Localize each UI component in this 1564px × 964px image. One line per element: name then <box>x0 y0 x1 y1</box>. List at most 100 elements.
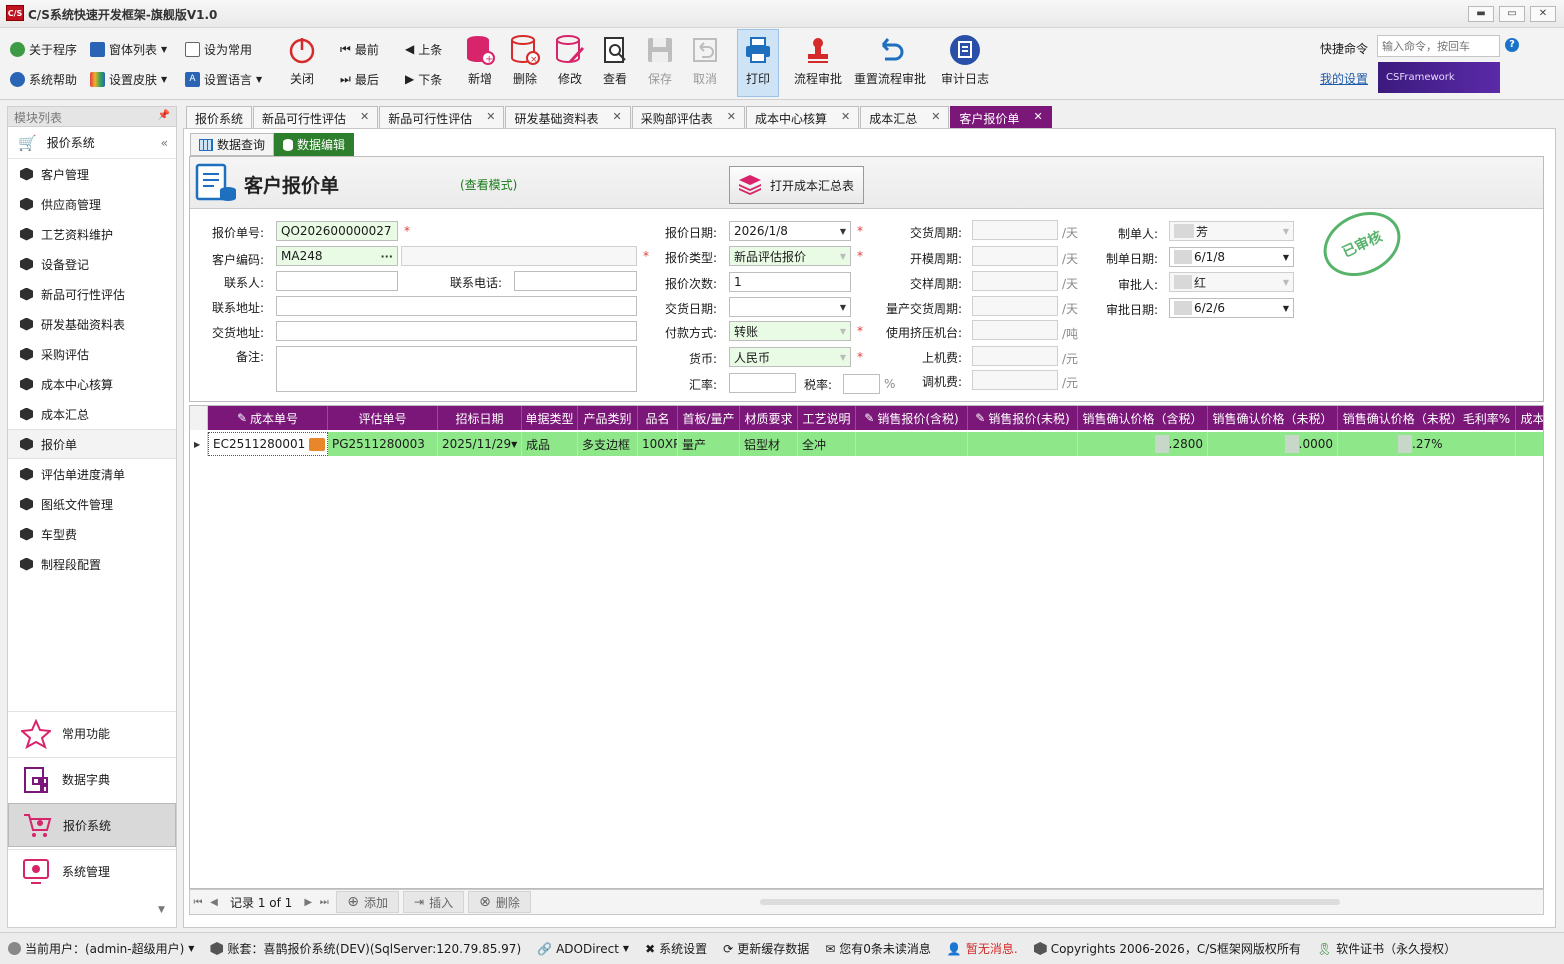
column-header[interactable]: 评估单号 <box>328 406 438 430</box>
delete-button[interactable]: × 删除 <box>502 30 548 90</box>
delivery-cycle-field[interactable] <box>972 220 1058 240</box>
language-button[interactable]: A 设置语言 ▼ <box>185 69 262 89</box>
doc-tab[interactable]: 成本汇总 ✕ <box>860 106 950 128</box>
doc-tab[interactable]: 成本中心核算 ✕ <box>745 106 860 128</box>
chevron-down-icon[interactable]: ▼ <box>840 353 846 362</box>
close-tab-icon[interactable]: ✕ <box>1033 110 1042 125</box>
add-row-button[interactable]: ⊕ 添加 <box>336 891 400 913</box>
add-button[interactable]: + 新增 <box>457 30 503 90</box>
column-header[interactable]: 首板/量产 <box>678 406 740 430</box>
sidebar-item[interactable]: 客户管理 <box>8 159 176 189</box>
quote-no-field[interactable]: QO202600000027 <box>276 221 398 241</box>
table-row[interactable]: ▶ EC2511280001 PG2511280003 2025/11/29 ▼ 成品 多支… <box>190 432 1543 456</box>
last-icon[interactable]: ⏭ <box>316 897 332 908</box>
row-indicator-icon[interactable]: ▶ <box>190 432 208 456</box>
sidebar-item[interactable]: 供应商管理 <box>8 189 176 219</box>
column-header[interactable]: ✎ 销售报价(未税) <box>968 406 1078 430</box>
sample-cycle-field[interactable] <box>972 271 1058 291</box>
table-cell[interactable]: EC2511280001 <box>208 432 328 456</box>
column-header[interactable]: 单据类型 <box>522 406 578 430</box>
table-cell[interactable]: 成品 <box>522 432 578 456</box>
customer-name-field[interactable] <box>401 246 637 266</box>
chevron-down-icon[interactable]: ▼ <box>840 303 846 312</box>
column-header[interactable]: ✎ 成本单号 <box>208 406 328 430</box>
chevron-down-icon[interactable]: ▼ <box>840 252 846 261</box>
sidebar-group-quote[interactable]: 🛒 报价系统 « <box>8 127 176 159</box>
chevron-down-icon[interactable]: ▼ <box>1283 227 1289 236</box>
create-date-field[interactable]: 6/1/8 ▼ <box>1169 247 1294 267</box>
doc-tab[interactable]: 报价系统 <box>186 106 253 128</box>
column-header[interactable]: 工艺说明 <box>798 406 856 430</box>
column-header[interactable]: 材质要求 <box>740 406 798 430</box>
doc-tab[interactable]: 研发基础资料表 ✕ <box>505 106 631 128</box>
quote-times-field[interactable]: 1 <box>729 272 851 292</box>
delivery-date-field[interactable]: ▼ <box>729 297 851 317</box>
sidebar-item[interactable]: 设备登记 <box>8 249 176 279</box>
quote-type-field[interactable]: 新品评估报价 ▼ <box>729 246 851 266</box>
phone-field[interactable] <box>514 271 637 291</box>
sidebar-item[interactable]: 报价单 <box>8 429 176 459</box>
table-cell[interactable]: 量产 <box>678 432 740 456</box>
nav-quote-system[interactable]: 报价系统 <box>8 803 176 847</box>
customer-code-field[interactable]: MA248 ··· <box>276 246 398 266</box>
close-button[interactable]: 关闭 <box>279 30 325 90</box>
mold-cycle-field[interactable] <box>972 246 1058 266</box>
first-icon[interactable]: ⏮ <box>190 897 206 908</box>
payment-field[interactable]: 转账 ▼ <box>729 321 851 341</box>
nav-dictionary[interactable]: 数据字典 <box>8 757 176 801</box>
pin-icon[interactable]: 📌 <box>158 110 170 121</box>
mass-cycle-field[interactable] <box>972 296 1058 316</box>
connection-item[interactable]: 🔗 ADODirect ▼ <box>529 942 637 956</box>
sidebar-item[interactable]: 采购评估 <box>8 339 176 369</box>
doc-tab[interactable]: 新品可行性评估 ✕ <box>253 106 379 128</box>
last-record-button[interactable]: ⏭ 最后 <box>340 69 379 89</box>
view-button[interactable]: 查看 <box>592 30 638 90</box>
save-button[interactable]: 保存 <box>637 30 683 90</box>
chevron-down-icon[interactable]: ▼ <box>158 905 165 915</box>
sidebar-item[interactable]: 评估单进度清单 <box>8 459 176 489</box>
chevron-down-icon[interactable]: ▼ <box>1283 304 1289 313</box>
column-header[interactable]: 产品类别 <box>578 406 638 430</box>
nav-system-manage[interactable]: 系统管理 <box>8 849 176 893</box>
chevron-down-icon[interactable]: ▼ <box>840 327 846 336</box>
license-item[interactable]: 🎗 软件证书（永久授权） <box>1309 940 1464 957</box>
address-field[interactable] <box>276 296 637 316</box>
doc-tab[interactable]: 新品可行性评估 ✕ <box>379 106 505 128</box>
column-header[interactable]: 品名 <box>638 406 678 430</box>
quick-command-input[interactable] <box>1377 35 1500 57</box>
prev-icon[interactable]: ◀ <box>206 897 222 908</box>
folder-icon[interactable] <box>309 437 325 451</box>
close-window-button[interactable]: ✕ <box>1530 6 1556 22</box>
contact-field[interactable] <box>276 271 398 291</box>
collapse-icon[interactable]: « <box>161 136 168 150</box>
table-cell[interactable]: .2800 <box>1078 432 1208 456</box>
horizontal-scrollbar[interactable] <box>760 899 1340 905</box>
refresh-cache-item[interactable]: ⟳ 更新缓存数据 <box>715 940 817 957</box>
set-common-button[interactable]: 设为常用 <box>185 39 252 59</box>
table-cell[interactable]: 全冲 <box>798 432 856 456</box>
system-settings-item[interactable]: ✖ 系统设置 <box>637 940 715 957</box>
delivery-address-field[interactable] <box>276 321 637 341</box>
about-button[interactable]: 关于程序 <box>10 39 77 59</box>
tuning-fee-field[interactable] <box>972 370 1058 390</box>
chevron-down-icon[interactable]: ▼ <box>1283 253 1289 262</box>
ellipsis-icon[interactable]: ··· <box>380 250 393 263</box>
restore-button[interactable]: ▭ <box>1499 6 1525 22</box>
close-tab-icon[interactable]: ✕ <box>486 110 495 125</box>
machine-fee-field[interactable] <box>972 346 1058 366</box>
edit-button[interactable]: 修改 <box>547 30 593 90</box>
close-tab-icon[interactable]: ✕ <box>841 110 850 125</box>
close-tab-icon[interactable]: ✕ <box>613 110 622 125</box>
audit-log-button[interactable]: 审计日志 <box>940 30 990 90</box>
sidebar-item[interactable]: 制程段配置 <box>8 549 176 579</box>
delete-row-button[interactable]: ⊗ 删除 <box>468 891 531 913</box>
chevron-down-icon[interactable]: ▼ <box>1283 278 1289 287</box>
column-header[interactable]: 招标日期 <box>438 406 522 430</box>
table-cell[interactable]: 铝型材 <box>740 432 798 456</box>
column-header[interactable]: 成本价 <box>1516 406 1543 430</box>
table-cell[interactable] <box>1516 432 1543 456</box>
sidebar-item[interactable]: 成本中心核算 <box>8 369 176 399</box>
first-record-button[interactable]: ⏮ 最前 <box>340 39 379 59</box>
sidebar-item[interactable]: 成本汇总 <box>8 399 176 429</box>
sidebar-item[interactable]: 工艺资料维护 <box>8 219 176 249</box>
